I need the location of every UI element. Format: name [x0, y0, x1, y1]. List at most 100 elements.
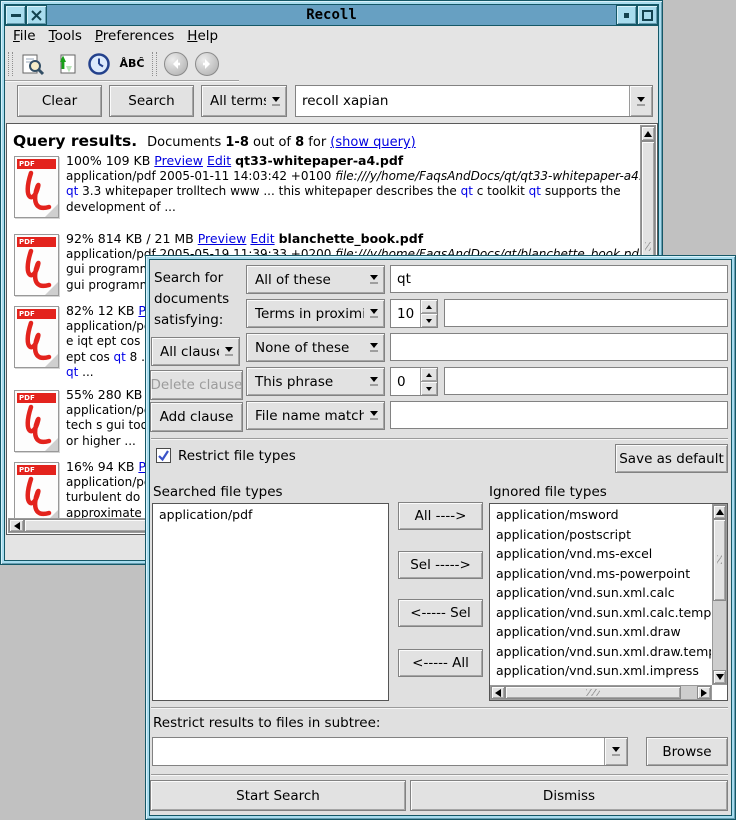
scroll-down-button[interactable] [713, 670, 726, 684]
clause-type-combo[interactable]: File name matching [246, 401, 385, 430]
history-icon[interactable] [86, 51, 112, 77]
clause-slack-spinner[interactable]: 0 [390, 367, 438, 396]
back-icon[interactable] [164, 52, 188, 76]
clause-value-input[interactable]: qt [390, 265, 728, 293]
ignored-filetypes-list[interactable]: application/mswordapplication/postscript… [489, 503, 728, 701]
file-type-item[interactable]: application/vnd.sun.xml.draw.template [491, 642, 711, 662]
move-sel-left-button[interactable]: <----- Sel [398, 599, 483, 627]
file-type-item[interactable]: application/msword [491, 505, 711, 525]
add-clause-button[interactable]: Add clause [150, 402, 243, 432]
menu-tools[interactable]: Tools [49, 28, 82, 44]
scroll-right-button[interactable] [697, 686, 711, 699]
clause-type-combo[interactable]: This phrase [246, 367, 385, 396]
update-index-icon[interactable] [53, 51, 79, 77]
clear-button[interactable]: Clear [17, 85, 102, 117]
start-search-button[interactable]: Start Search [150, 780, 406, 811]
pdf-file-icon[interactable]: PDF [14, 462, 59, 518]
dismiss-button[interactable]: Dismiss [410, 780, 728, 811]
spin-down-button[interactable] [421, 381, 437, 395]
toolbar-handle[interactable] [152, 52, 157, 76]
window-menu-button[interactable] [5, 5, 26, 25]
results-summary: Documents 1-8 out of 8 for [147, 135, 330, 150]
move-all-right-button[interactable]: All ----> [398, 502, 483, 530]
forward-icon[interactable] [195, 52, 219, 76]
file-type-item[interactable]: application/vnd.ms-excel [491, 544, 711, 564]
iconify-icon [624, 13, 629, 18]
clause-type-value: None of these [247, 340, 364, 356]
clause-type-combo[interactable]: All of these [246, 265, 385, 294]
preview-link[interactable]: Preview [198, 231, 247, 246]
file-type-item[interactable]: application/vnd.sun.xml.draw [491, 622, 711, 642]
iconify-button[interactable] [616, 5, 637, 25]
chevron-down-icon[interactable] [629, 86, 652, 116]
file-type-item[interactable]: application/vnd.ms-powerpoint [491, 564, 711, 584]
maximize-button[interactable] [637, 5, 658, 25]
browse-button[interactable]: Browse [646, 737, 728, 766]
minimize-icon [11, 14, 21, 17]
document-preview-icon[interactable] [20, 51, 46, 77]
pdf-file-icon[interactable]: PDF [14, 234, 59, 296]
scroll-thumb[interactable] [505, 686, 681, 699]
edit-link[interactable]: Edit [250, 231, 274, 246]
scroll-up-button[interactable] [641, 126, 655, 141]
preview-link[interactable]: Preview [154, 153, 203, 168]
edit-link[interactable]: Edit [207, 153, 231, 168]
term-explorer-icon[interactable]: ÅBĈ [119, 51, 145, 77]
searched-filetypes-list[interactable]: application/pdf [152, 503, 389, 701]
result-filename: blanchette_book.pdf [279, 231, 424, 246]
conjunct-combo[interactable]: All clauses [151, 337, 240, 366]
spin-down-button[interactable] [421, 313, 437, 327]
move-sel-right-button[interactable]: Sel -----> [398, 551, 483, 579]
result-line1: 92% 814 KB / 21 MB Preview Edit blanchet… [66, 231, 614, 247]
check-icon [157, 449, 170, 462]
file-type-item[interactable]: application/vnd.sun.xml.calc.template [491, 603, 711, 623]
close-icon [31, 10, 42, 21]
pdf-file-icon[interactable]: PDF [14, 306, 59, 368]
clause-type-value: This phrase [247, 374, 364, 390]
close-button[interactable] [26, 5, 47, 25]
maximize-icon [642, 10, 653, 21]
term-explorer-glyph: ÅBĈ [120, 57, 145, 70]
spin-up-button[interactable] [421, 300, 437, 313]
pdf-file-icon[interactable]: PDF [14, 390, 59, 452]
file-type-item[interactable]: application/pdf [154, 505, 387, 525]
search-button[interactable]: Search [109, 85, 194, 117]
scroll-left-button[interactable] [9, 519, 24, 532]
scroll-thumb[interactable] [713, 519, 726, 601]
restrict-filetypes-checkbox[interactable] [156, 448, 171, 463]
menu-help[interactable]: Help [187, 28, 218, 44]
search-mode-combo[interactable]: All terms [201, 85, 287, 117]
clause-value-input[interactable] [390, 401, 728, 429]
menu-preferences[interactable]: Preferences [95, 28, 174, 44]
show-query-link[interactable]: (show query) [330, 135, 415, 150]
title-bar[interactable]: Recoll [5, 5, 658, 26]
scroll-up-button[interactable] [713, 505, 726, 519]
ignored-hscrollbar[interactable] [490, 685, 712, 700]
move-all-left-button[interactable]: <----- All [398, 649, 483, 677]
file-type-item[interactable]: application/vnd.sun.xml.calc [491, 583, 711, 603]
menu-file[interactable]: File [13, 28, 36, 44]
clause-type-combo[interactable]: Terms in proximity [246, 299, 385, 328]
clause-slack-spinner[interactable]: 10 [390, 299, 438, 328]
subtree-input[interactable] [153, 738, 604, 765]
scroll-left-button[interactable] [491, 686, 505, 699]
spin-up-button[interactable] [421, 368, 437, 381]
clause-value-input[interactable] [444, 367, 728, 395]
delete-clause-button[interactable]: Delete clause [150, 370, 243, 400]
clause-value-input[interactable] [390, 333, 728, 361]
chevron-down-icon[interactable] [604, 738, 627, 765]
subtree-combo[interactable] [152, 737, 628, 766]
ignored-vscrollbar[interactable] [712, 504, 727, 685]
query-combo[interactable]: recoll xapian [295, 85, 653, 117]
toolbar-handle[interactable] [8, 52, 13, 76]
clause-value-input[interactable] [444, 299, 728, 327]
clause-type-combo[interactable]: None of these [246, 333, 385, 362]
pdf-file-icon[interactable]: PDF [14, 156, 59, 218]
pdf-label: PDF [17, 465, 56, 475]
file-type-item[interactable]: application/postscript [491, 525, 711, 545]
page-fold [45, 354, 58, 367]
pdf-label: PDF [17, 159, 56, 169]
file-type-item[interactable]: application/vnd.sun.xml.impress [491, 661, 711, 681]
search-input[interactable]: recoll xapian [296, 86, 629, 116]
save-as-default-button[interactable]: Save as default [615, 444, 728, 473]
